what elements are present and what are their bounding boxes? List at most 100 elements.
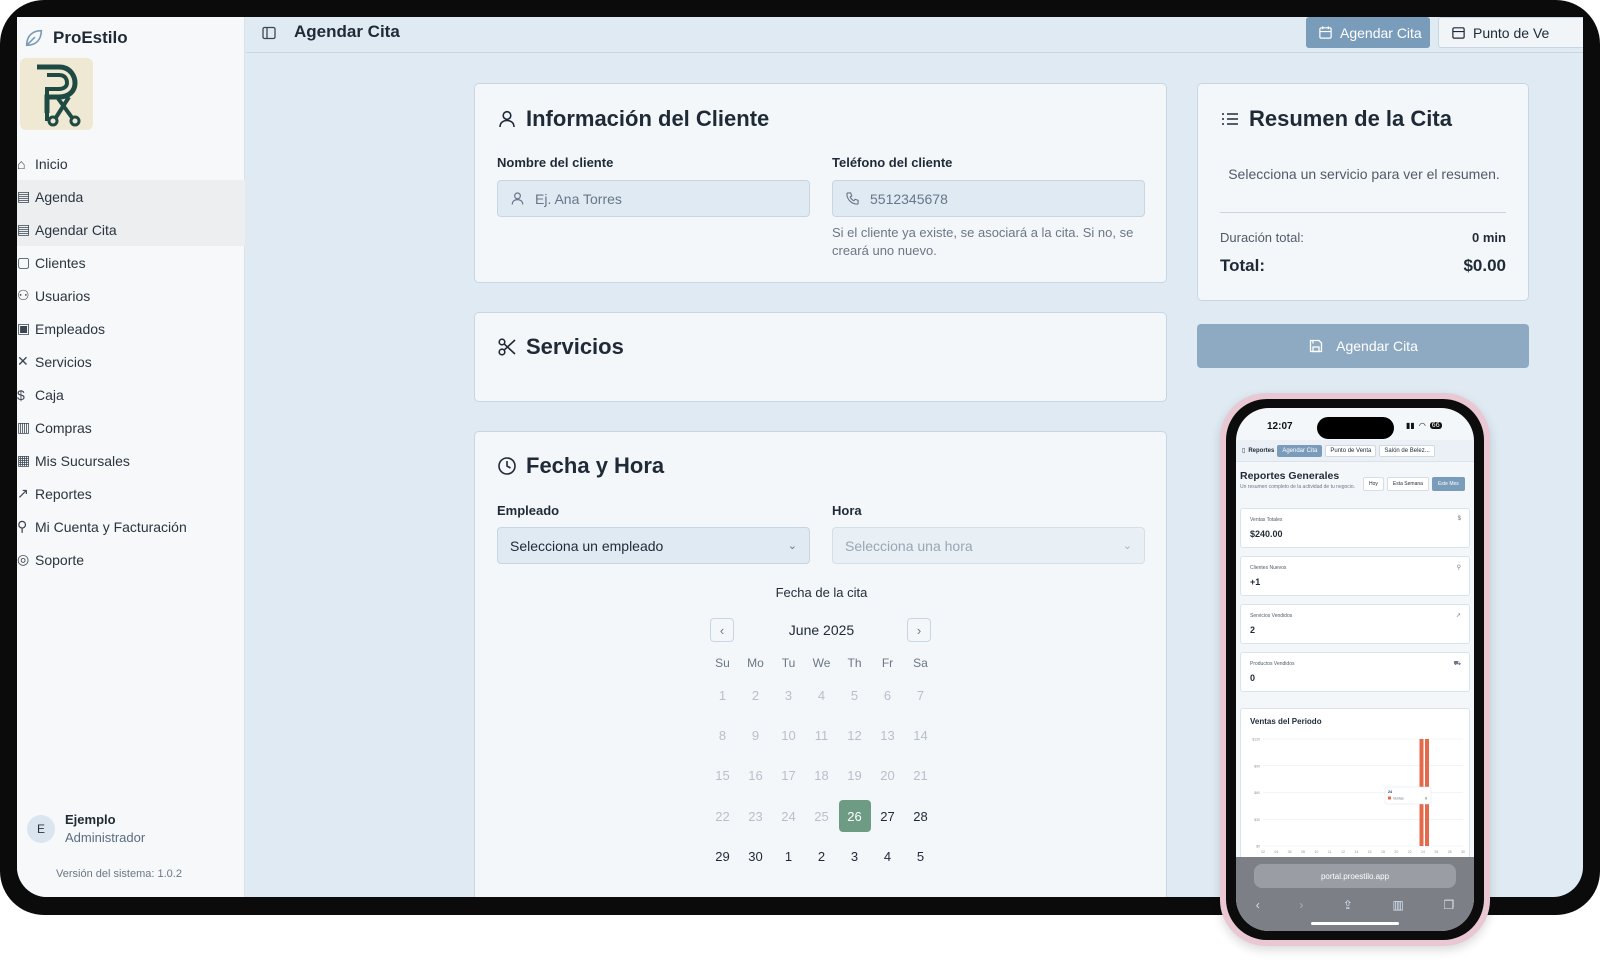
- y-tick-label: $30: [1254, 818, 1260, 822]
- sidebar-item-soporte[interactable]: ◎ Soporte: [17, 543, 245, 576]
- user-profile[interactable]: E Ejemplo Administrador: [27, 812, 145, 845]
- x-tick-label: 10: [1314, 850, 1318, 854]
- sidebar-item-clientes[interactable]: ▢ Clientes: [17, 246, 245, 279]
- calendar-icon: ▤: [17, 188, 31, 204]
- calendar-label: Fecha de la cita: [775, 585, 868, 600]
- servicios-card-title: Servicios: [497, 334, 624, 360]
- tooltip-swatch: [1388, 796, 1391, 800]
- calendar-day: 5: [850, 687, 859, 703]
- share-icon[interactable]: ⇪: [1343, 898, 1353, 912]
- calendar-day: 3: [784, 687, 793, 703]
- list-icon: [1222, 113, 1238, 125]
- sidebar-item-servicios[interactable]: ✕ Servicios: [17, 345, 245, 378]
- phone-label: Teléfono del cliente: [832, 155, 953, 170]
- browser-url-bar[interactable]: portal.proestilo.app: [1254, 864, 1456, 888]
- duracion-label: Duración total:: [1220, 230, 1304, 245]
- user-icon: [499, 110, 515, 128]
- phone-tab-punto[interactable]: Punto de Venta: [1325, 444, 1377, 457]
- client-phone-input[interactable]: 5512345678: [832, 180, 1145, 217]
- sidebar-item-agendar-cita[interactable]: ▤ Agendar Cita: [17, 213, 245, 246]
- chevron-right-icon: ›: [916, 622, 922, 638]
- calendar-day: 12: [847, 727, 862, 743]
- calendar-day[interactable]: 4: [871, 836, 904, 876]
- sidebar-item-mis-sucursales[interactable]: ▦ Mis Sucursales: [17, 444, 245, 477]
- tooltip-value: 0: [1425, 797, 1427, 801]
- calendar-day: 24: [781, 808, 796, 824]
- x-tick-label: 20: [1394, 850, 1398, 854]
- chevron-down-icon: ⌄: [787, 540, 797, 552]
- calendar-weekday: Su: [715, 656, 730, 670]
- back-icon[interactable]: ‹: [1256, 898, 1260, 912]
- tab-punto-de-venta[interactable]: Punto de Ve: [1438, 17, 1583, 48]
- calendar-day: 25: [814, 808, 829, 824]
- calendar-check-icon: [1452, 27, 1465, 39]
- empleado-select[interactable]: Selecciona un empleado ⌄: [497, 527, 810, 564]
- sidebar-item-caja[interactable]: $ Caja: [17, 378, 245, 411]
- forward-icon[interactable]: ›: [1299, 898, 1303, 912]
- client-name-placeholder: Ej. Ana Torres: [535, 190, 622, 207]
- leaf-icon: [25, 29, 43, 47]
- calendar-day[interactable]: 28: [904, 796, 937, 836]
- x-tick-label: 08: [1301, 850, 1305, 854]
- kpi-card: Servicios Vendidos 2 ↗: [1240, 604, 1470, 644]
- client-phone-placeholder: 5512345678: [870, 190, 948, 207]
- x-tick-label: 12: [1341, 850, 1345, 854]
- sidebar-toggle-icon[interactable]: ▯: [1242, 447, 1245, 454]
- phone-mockup: 12:07 ▮▮ ◠ 66 ▯ Reportes Agendar Cita Pu…: [1220, 393, 1490, 946]
- fecha-card-title: Fecha y Hora: [497, 453, 664, 479]
- sidebar-item-label: Soporte: [35, 551, 85, 568]
- total-value: $0.00: [1463, 256, 1506, 275]
- filter-hoy[interactable]: Hoy: [1363, 477, 1384, 491]
- calendar-plus-icon: [1319, 26, 1332, 39]
- cliente-card-title: Información del Cliente: [497, 106, 769, 132]
- user-name: Ejemplo: [65, 812, 116, 827]
- sidebar-item-agenda[interactable]: ▤ Agenda: [17, 180, 245, 213]
- client-name-input[interactable]: Ej. Ana Torres: [497, 180, 810, 217]
- phone-status: ▮▮ ◠ 66: [1406, 421, 1442, 430]
- calendar-day: 19: [847, 768, 862, 784]
- sidebar-toggle-icon[interactable]: [261, 25, 277, 46]
- x-tick-label: 24: [1421, 850, 1425, 854]
- tab-agendar-cita[interactable]: Agendar Cita: [1306, 17, 1430, 48]
- sidebar-item-reportes[interactable]: ↗ Reportes: [17, 477, 245, 510]
- calendar-day[interactable]: 3: [838, 836, 871, 876]
- calendar-next-button[interactable]: ›: [907, 618, 931, 642]
- user-icon: [511, 192, 524, 205]
- x-tick-label: 02: [1261, 850, 1265, 854]
- sidebar-item-empleados[interactable]: ▣ Empleados: [17, 312, 245, 345]
- calendar-day[interactable]: 30: [739, 836, 772, 876]
- calendar-day[interactable]: 27: [871, 796, 904, 836]
- filter-mes[interactable]: Este Mes: [1431, 477, 1465, 491]
- calendar-day-selected[interactable]: 26: [838, 796, 871, 836]
- calendar-day: 1: [718, 687, 727, 703]
- sidebar-item-compras[interactable]: ▥ Compras: [17, 411, 245, 444]
- phone-tab-agendar[interactable]: Agendar Cita: [1277, 444, 1323, 457]
- calendar-weekday: Sa: [913, 656, 928, 670]
- x-tick-label: 22: [1408, 850, 1412, 854]
- bookmarks-icon[interactable]: ▥: [1393, 898, 1404, 912]
- sidebar-item-usuarios[interactable]: ⚇ Usuarios: [17, 279, 245, 312]
- system-version: Versión del sistema: 1.0.2: [56, 868, 182, 880]
- calendar-weekday: Tu: [781, 656, 796, 670]
- sidebar-item-label: Empleados: [35, 320, 106, 337]
- calendar-day[interactable]: 2: [805, 836, 838, 876]
- top-bar: Agendar Cita Agendar Cita Punto de Ve: [246, 17, 1583, 53]
- calendar-day: 15: [715, 768, 730, 784]
- calendar-day: 18: [814, 768, 829, 784]
- trend-icon: ↗: [1455, 613, 1461, 619]
- dollar-icon: $: [1457, 516, 1461, 522]
- sales-chart: $0 $30 $60 $90 $120 02 04 06 08 10 11 12 14 16 18 20 22 2…: [1252, 738, 1465, 855]
- calendar-day: 13: [880, 727, 895, 743]
- agendar-cita-button[interactable]: Agendar Cita: [1197, 324, 1529, 368]
- id-card-icon: ▣: [17, 320, 31, 336]
- sidebar-item-mi-cuenta[interactable]: ⚲ Mi Cuenta y Facturación: [17, 510, 245, 543]
- calendar-day[interactable]: 5: [904, 836, 937, 876]
- sidebar-item-inicio[interactable]: ⌂ Inicio: [17, 147, 245, 180]
- tabs-icon[interactable]: ❐: [1443, 898, 1454, 912]
- calendar-day[interactable]: 1: [772, 836, 805, 876]
- filter-semana[interactable]: Esta Semana: [1386, 477, 1429, 491]
- calendar-day[interactable]: 29: [706, 836, 739, 876]
- sidebar-item-label: Usuarios: [35, 287, 91, 304]
- phone-tab-salon[interactable]: Salón de Belez...: [1379, 444, 1435, 457]
- hora-select[interactable]: Selecciona una hora ⌄: [832, 527, 1145, 564]
